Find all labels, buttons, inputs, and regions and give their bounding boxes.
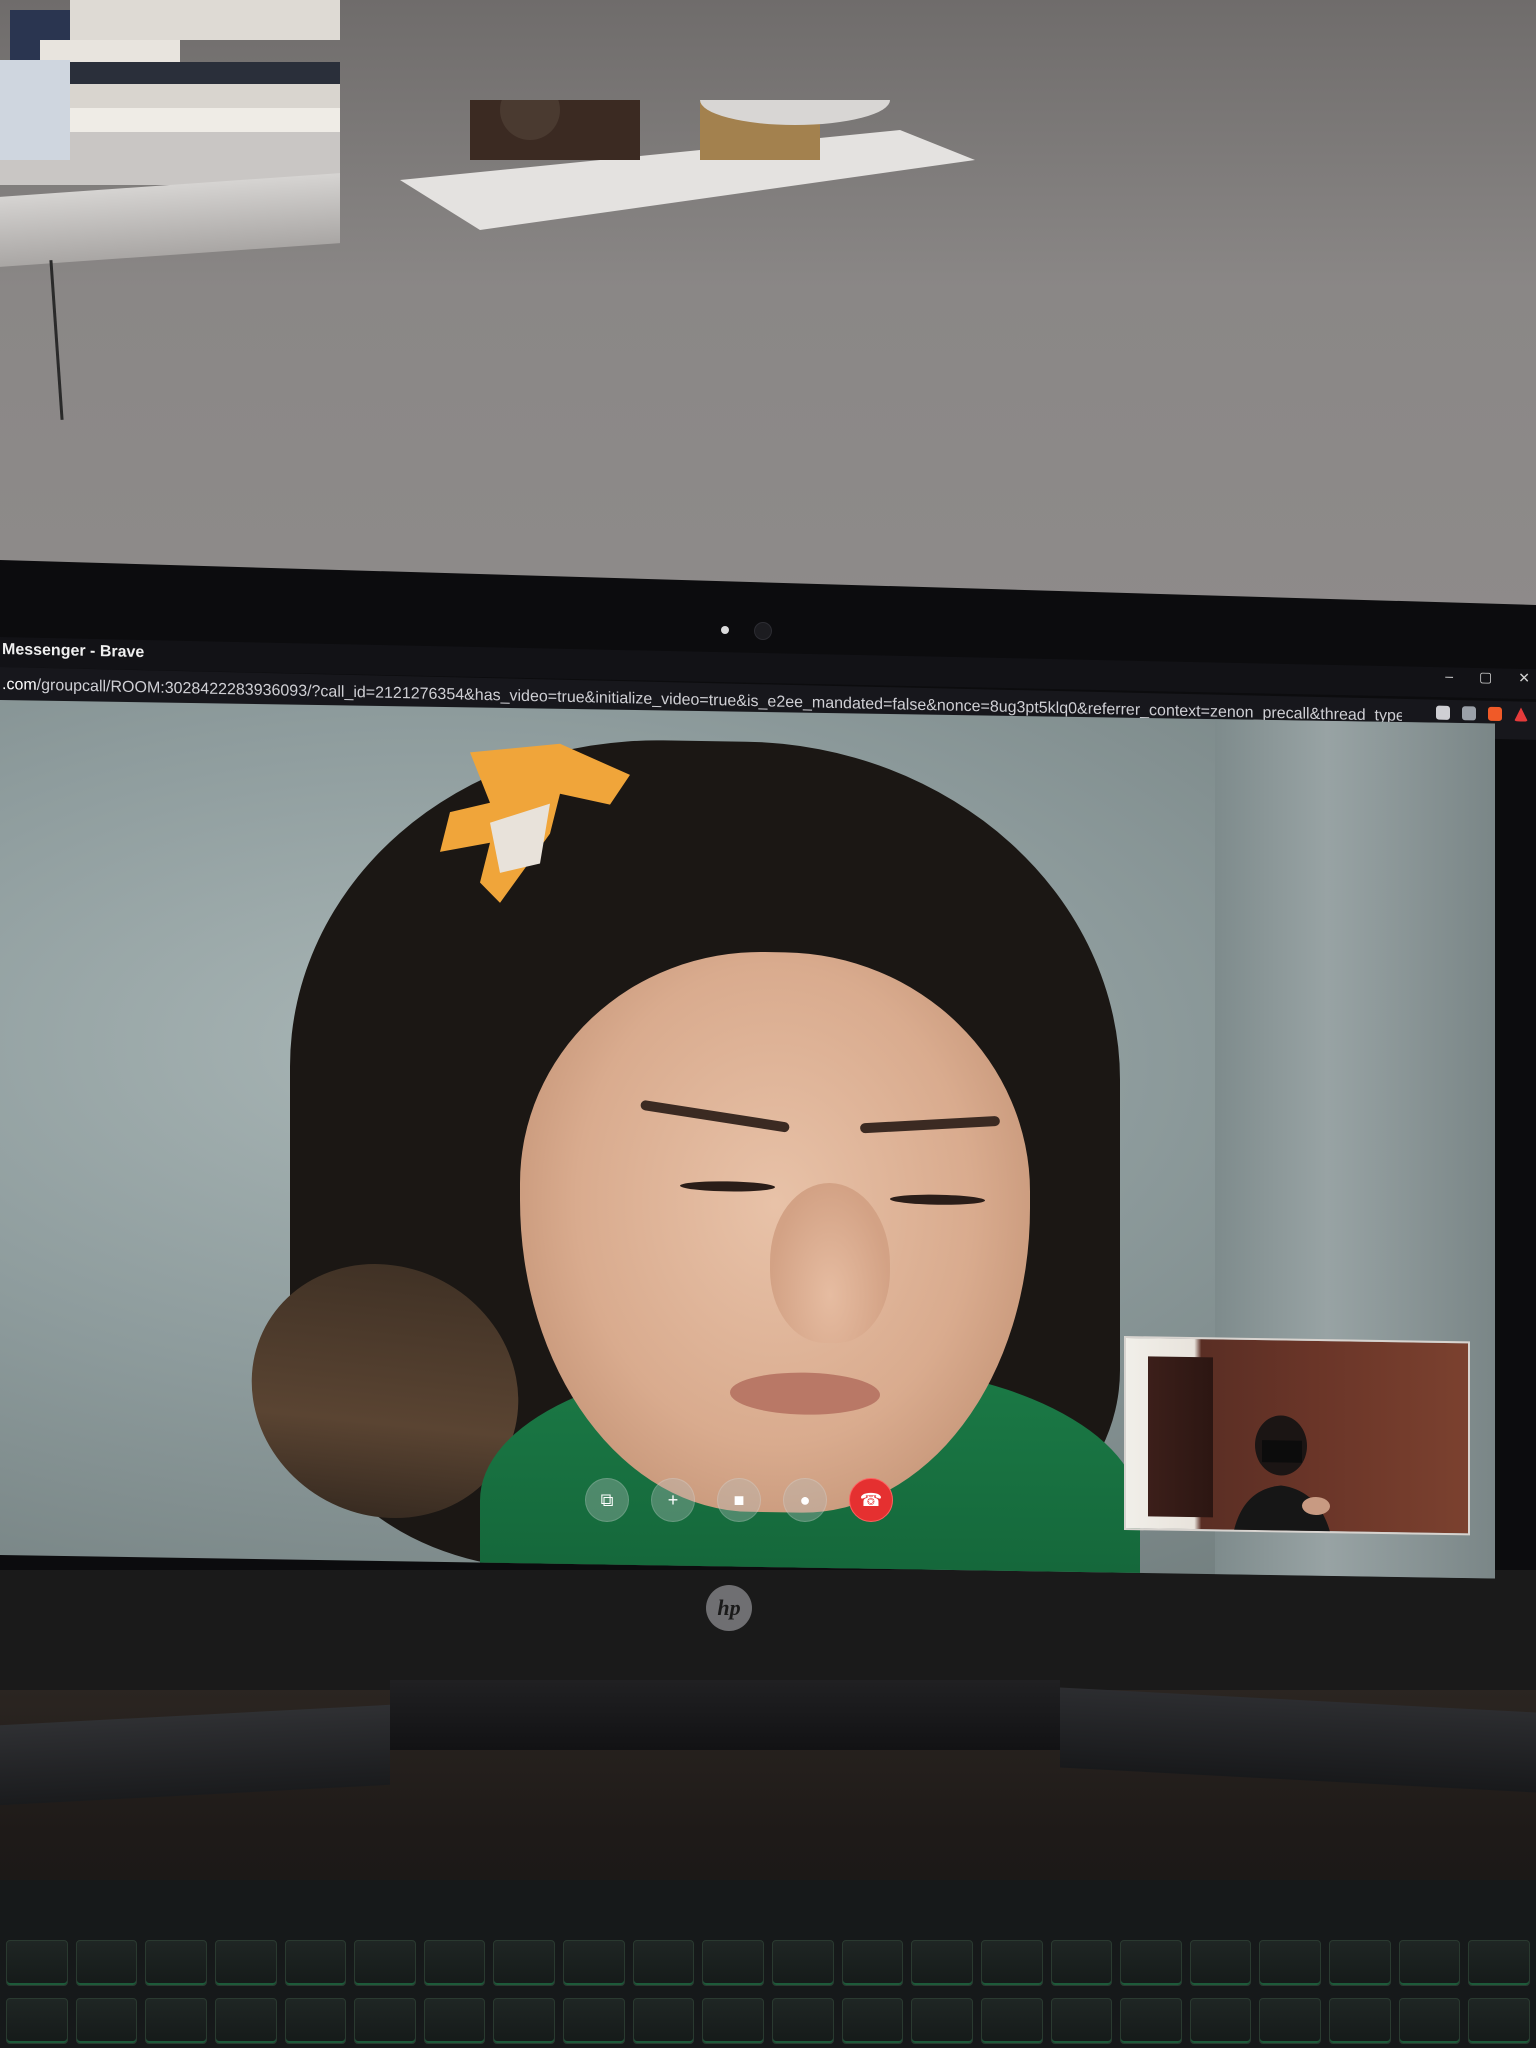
keyboard-key [75, 1940, 138, 1986]
keyboard-key [1050, 1998, 1113, 2044]
monitor-stand [390, 1680, 1060, 1750]
bookmark-icon[interactable] [1436, 705, 1450, 720]
keyboard-key [1329, 1998, 1391, 2044]
extension-icons [1436, 705, 1528, 722]
keyboard-key [563, 1998, 625, 2044]
wall-shelf-right [400, 100, 975, 230]
keyboard-key [493, 1998, 556, 2044]
webcam-lens [754, 622, 772, 640]
keyboard-key [214, 1998, 277, 2044]
keyboard-key [354, 1998, 416, 2044]
close-window-button[interactable]: ✕ [1518, 669, 1530, 686]
keyboard-key [772, 1998, 834, 2044]
keyboard-key [841, 1940, 904, 1986]
keyboard-key [1468, 1940, 1530, 1986]
keyboard-key [980, 1940, 1043, 1986]
keyboard-key [702, 1940, 764, 1986]
url-host: .com [2, 676, 37, 694]
keyboard-key [632, 1940, 695, 1986]
participant-nose [770, 1182, 890, 1344]
keyboard-key [6, 1940, 68, 1986]
keyboard-key [772, 1940, 834, 1986]
keyboard-key [1259, 1940, 1322, 1986]
keyboard-key [911, 1998, 973, 2044]
keyboard-key [354, 1940, 416, 1986]
window-title: Messenger - Brave [2, 641, 145, 662]
hair-clip [440, 743, 630, 903]
keyboard-key [145, 1940, 207, 1986]
keyboard-key [980, 1998, 1043, 2044]
end-call-icon[interactable]: ☎ [849, 1478, 893, 1522]
brave-shields-icon[interactable] [1488, 706, 1502, 722]
add-person-icon[interactable]: + [651, 1478, 695, 1522]
keyboard-key [1329, 1940, 1391, 1986]
keyboard-key [563, 1940, 625, 1986]
keyboard-key [841, 1998, 904, 2044]
keyboard-key [423, 1940, 486, 1986]
keyboard-key [1398, 1940, 1461, 1986]
microphone-icon[interactable]: ● [783, 1478, 827, 1522]
keyboard-key [911, 1940, 973, 1986]
webcam-indicator [721, 626, 729, 634]
keyboard-key [6, 1998, 68, 2044]
self-video-preview[interactable] [1124, 1336, 1470, 1536]
self-view-person [1231, 1415, 1334, 1536]
window-controls: – ▢ ✕ [1445, 668, 1530, 687]
keyboard-key [1189, 1998, 1252, 2044]
keyboard-key [75, 1998, 138, 2044]
keyboard-key [1120, 1940, 1182, 1986]
self-view-door [1148, 1356, 1213, 1518]
keyboard-key [1259, 1998, 1322, 2044]
keyboard-key [1189, 1940, 1252, 1986]
camera-icon[interactable]: ■ [717, 1478, 761, 1522]
keyboard-key [214, 1940, 277, 1986]
brave-rewards-icon[interactable] [1514, 707, 1528, 721]
minimize-button[interactable]: – [1445, 668, 1453, 685]
translate-icon[interactable] [1462, 706, 1476, 721]
keyboard-key [284, 1998, 347, 2044]
keyboard-key [1050, 1940, 1113, 1986]
keyboard-key [423, 1998, 486, 2044]
keyboard-key [632, 1998, 695, 2044]
keyboard-key [493, 1940, 556, 1986]
hp-logo: hp [706, 1585, 752, 1631]
keyboard-key [1120, 1998, 1182, 2044]
maximize-button[interactable]: ▢ [1479, 669, 1492, 686]
screen-share-icon[interactable]: ⧉ [585, 1478, 629, 1522]
keyboard-key [1468, 1998, 1530, 2044]
keyboard-keys [0, 1940, 1536, 2048]
keyboard-key [284, 1940, 347, 1986]
call-controls-bar: ⧉ + ■ ● ☎ [585, 1478, 893, 1522]
keyboard-key [702, 1998, 764, 2044]
keyboard-key [145, 1998, 207, 2044]
keyboard-key [1398, 1998, 1461, 2044]
